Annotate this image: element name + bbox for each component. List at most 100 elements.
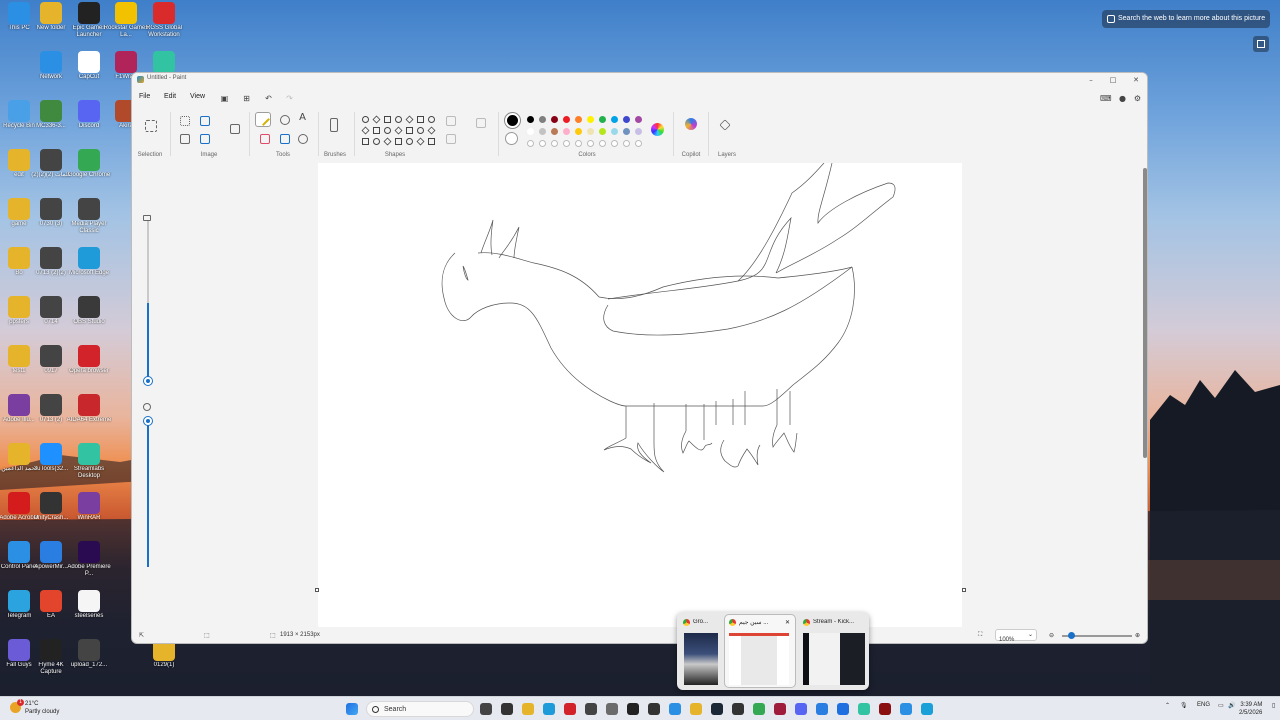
secondary-color-swatch[interactable] — [505, 132, 518, 145]
show-hidden-icons[interactable]: ⌃ — [1165, 702, 1170, 709]
palette-swatch[interactable] — [623, 116, 630, 123]
menu-view[interactable]: View — [190, 93, 205, 100]
edit-colors-icon[interactable] — [651, 123, 664, 136]
opera-icon[interactable] — [564, 703, 576, 715]
palette-swatch[interactable] — [587, 128, 594, 135]
primary-color-swatch[interactable] — [505, 113, 520, 128]
start-button[interactable] — [346, 703, 358, 715]
canvas-toggle-icon[interactable]: ⊞ — [242, 94, 251, 103]
palette-swatch[interactable] — [635, 116, 642, 123]
volume-icon[interactable]: 🔊 — [1228, 702, 1235, 709]
system-clock[interactable]: 3:39 AM 2/5/2026 — [1239, 701, 1262, 717]
app-icon[interactable] — [585, 703, 597, 715]
custom-color-slot[interactable] — [623, 140, 630, 147]
settings-icon[interactable] — [606, 703, 618, 715]
media-player-icon[interactable] — [627, 703, 639, 715]
palette-swatch[interactable] — [587, 116, 594, 123]
custom-color-slot[interactable] — [587, 140, 594, 147]
custom-color-slot[interactable] — [599, 140, 606, 147]
apowermirror-icon[interactable] — [816, 703, 828, 715]
photos-icon[interactable] — [837, 703, 849, 715]
maximize-button[interactable]: □ — [1102, 73, 1124, 87]
palette-swatch[interactable] — [575, 116, 582, 123]
opacity-thumb[interactable] — [144, 417, 152, 425]
brush-size-thumb[interactable] — [144, 377, 152, 385]
zoom-slider-thumb[interactable] — [1068, 632, 1075, 639]
microphone-icon[interactable]: 🎙 — [1180, 702, 1188, 709]
app-icon[interactable] — [879, 703, 891, 715]
obs-icon[interactable] — [732, 703, 744, 715]
desktop-icon[interactable]: Adobe Premiere P... — [66, 539, 112, 585]
discord-icon[interactable] — [795, 703, 807, 715]
desktop-icon[interactable]: AIDA64 Extreme — [66, 392, 112, 438]
close-preview-icon[interactable]: ✕ — [785, 619, 790, 626]
folder-icon[interactable] — [690, 703, 702, 715]
desktop-corner-button[interactable] — [1253, 36, 1269, 52]
palette-swatch[interactable] — [527, 128, 534, 135]
zoom-out-icon[interactable]: ⊖ — [1049, 632, 1054, 639]
weather-widget[interactable]: 1 21°C Partly cloudy — [10, 699, 59, 716]
minimize-button[interactable]: – — [1080, 73, 1102, 87]
share-icon[interactable]: ⌨ — [1100, 94, 1112, 103]
resize-handle-left[interactable] — [315, 588, 319, 592]
desktop-icon[interactable]: WinRAR — [66, 490, 112, 536]
desktop-icon[interactable]: steelseries — [66, 588, 112, 634]
preview-window-2[interactable]: سين جيم ... ✕ — [724, 614, 796, 688]
palette-swatch[interactable] — [527, 116, 534, 123]
palette-swatch[interactable] — [551, 116, 558, 123]
custom-color-slot[interactable] — [611, 140, 618, 147]
desktop-icon[interactable]: upload_172... — [66, 637, 112, 683]
custom-color-slot[interactable] — [575, 140, 582, 147]
desktop-icon[interactable]: Media Player Classic — [66, 196, 112, 242]
control-panel-icon[interactable] — [900, 703, 912, 715]
palette-swatch[interactable] — [563, 128, 570, 135]
desktop-icon[interactable]: RGSS Global Workstation — [141, 0, 187, 46]
settings-gear-icon[interactable]: ⚙ — [1133, 94, 1142, 103]
save-icon[interactable]: ▣ — [220, 94, 229, 103]
palette-swatch[interactable] — [599, 128, 606, 135]
palette-swatch[interactable] — [635, 128, 642, 135]
menu-edit[interactable]: Edit — [164, 93, 176, 100]
palette-swatch[interactable] — [611, 116, 618, 123]
capcut-icon[interactable] — [648, 703, 660, 715]
drawing-canvas[interactable] — [318, 163, 962, 627]
custom-color-slot[interactable] — [527, 140, 534, 147]
preview-window-1[interactable]: Gro... — [680, 615, 722, 687]
network-icon[interactable]: ▭ — [1218, 702, 1224, 709]
task-view-icon[interactable] — [480, 703, 492, 715]
zoom-dropdown[interactable]: 100% ⌄ — [995, 629, 1037, 643]
custom-color-slot[interactable] — [551, 140, 558, 147]
steam-icon[interactable] — [711, 703, 723, 715]
zoom-in-icon[interactable]: ⊕ — [1135, 632, 1140, 639]
app-icon[interactable] — [774, 703, 786, 715]
paint-icon[interactable] — [921, 703, 933, 715]
palette-swatch[interactable] — [539, 116, 546, 123]
redo-icon[interactable]: ↷ — [285, 94, 294, 103]
preview-window-3[interactable]: Stream - Kick... — [799, 615, 865, 687]
custom-color-slot[interactable] — [539, 140, 546, 147]
edge-icon[interactable] — [543, 703, 555, 715]
fit-to-window-icon[interactable]: ⛶ — [978, 632, 982, 639]
layers-icon[interactable] — [719, 119, 731, 131]
copilot-icon[interactable] — [685, 118, 697, 130]
photos-icon[interactable] — [669, 703, 681, 715]
desktop-icon[interactable]: Opera browser — [66, 343, 112, 389]
palette-swatch[interactable] — [611, 128, 618, 135]
file-explorer-icon[interactable] — [522, 703, 534, 715]
streamlabs-icon[interactable] — [858, 703, 870, 715]
account-icon[interactable]: ● — [1118, 94, 1127, 103]
palette-swatch[interactable] — [563, 116, 570, 123]
taskbar-search[interactable]: Search — [366, 701, 474, 717]
custom-color-slot[interactable] — [635, 140, 642, 147]
web-search-picture-button[interactable]: Search the web to learn more about this … — [1102, 10, 1270, 28]
palette-swatch[interactable] — [575, 128, 582, 135]
capcut-icon[interactable] — [501, 703, 513, 715]
desktop-icon[interactable]: Google Chrome — [66, 147, 112, 193]
notification-center-icon[interactable]: ▯ — [1272, 702, 1275, 709]
menu-file[interactable]: File — [139, 93, 150, 100]
desktop-icon[interactable]: OBS Studio — [66, 294, 112, 340]
chrome-icon[interactable] — [753, 703, 765, 715]
opacity-slider[interactable] — [147, 417, 149, 567]
undo-icon[interactable]: ↶ — [264, 94, 273, 103]
palette-swatch[interactable] — [551, 128, 558, 135]
